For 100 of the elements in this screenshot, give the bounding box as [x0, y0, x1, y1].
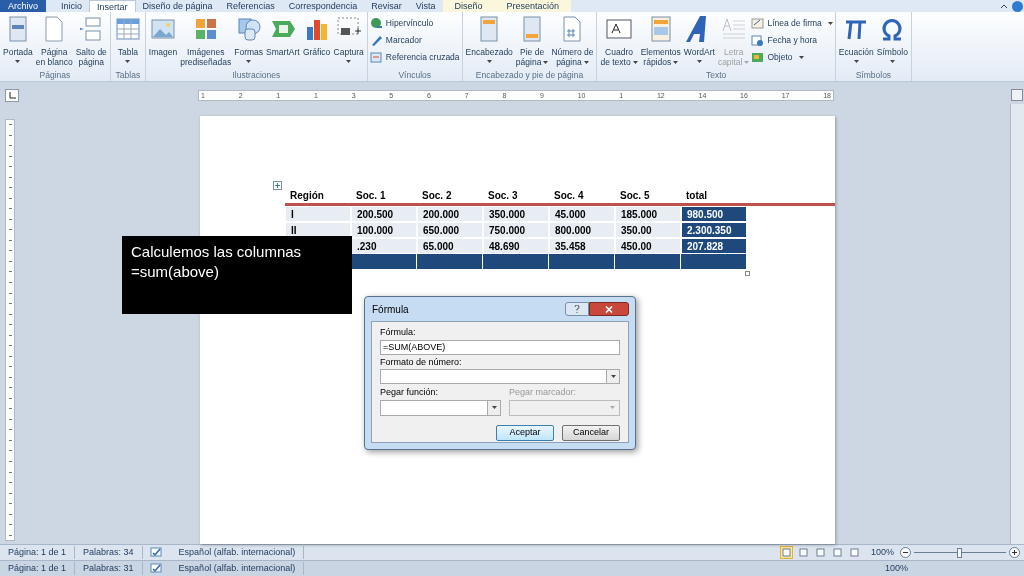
- collapse-ribbon-icon[interactable]: [1000, 3, 1008, 9]
- ribbon-button[interactable]: Ecuación: [837, 15, 875, 70]
- ribbon-button[interactable]: Encabezado: [464, 15, 514, 70]
- paste-function-dropdown[interactable]: [380, 399, 501, 416]
- group-label: Símbolos: [854, 70, 893, 81]
- formula-field[interactable]: =SUM(ABOVE): [380, 339, 620, 355]
- ribbon-tab[interactable]: Archivo: [0, 0, 46, 12]
- ribbon-button[interactable]: Objeto: [751, 50, 833, 64]
- caret-icon: [889, 60, 895, 63]
- close-button[interactable]: [589, 302, 629, 316]
- ribbon-tab[interactable]: Insertar: [89, 0, 136, 12]
- ok-button[interactable]: Aceptar: [496, 424, 554, 441]
- table-cell: 48.690: [483, 238, 549, 254]
- ribbon-button[interactable]: WordArt: [682, 15, 716, 70]
- table-cell: 980.500: [681, 206, 747, 222]
- language-indicator[interactable]: Español (alfab. internacional): [170, 545, 305, 560]
- ribbon-tab[interactable]: Diseño: [442, 0, 495, 12]
- ribbon-tab[interactable]: Presentación: [494, 0, 572, 12]
- ribbon-tab[interactable]: Revisar: [364, 0, 409, 12]
- table-cell: 65.000: [417, 238, 483, 254]
- ribbon-button[interactable]: Número de página: [550, 15, 595, 70]
- ribbon-button[interactable]: Elementos rápidos: [639, 15, 682, 70]
- tab-selector-button[interactable]: [5, 88, 19, 102]
- ribbon-button[interactable]: Imagen: [147, 15, 179, 70]
- caret-icon: [346, 60, 352, 63]
- page-count[interactable]: Página: 1 de 1: [0, 545, 76, 560]
- column-header: Soc. 1: [355, 189, 387, 203]
- column-header: Soc. 2: [421, 189, 453, 203]
- zoom-out-icon[interactable]: [900, 547, 911, 558]
- view-ruler-icon[interactable]: [1011, 89, 1023, 101]
- ribbon-button[interactable]: SmartArt: [265, 15, 301, 70]
- view-button[interactable]: [830, 546, 844, 559]
- caret-icon: [491, 406, 497, 409]
- zoom-slider[interactable]: [914, 547, 1006, 558]
- word-count[interactable]: Palabras: 34: [75, 545, 143, 560]
- column-header: Soc. 5: [619, 189, 651, 203]
- group-label: Encabezado y pie de página: [474, 70, 585, 81]
- resize-handle-icon[interactable]: [745, 271, 750, 276]
- proofing-icon[interactable]: [148, 563, 165, 574]
- view-button[interactable]: [796, 546, 810, 559]
- view-button[interactable]: [847, 546, 861, 559]
- ribbon-button[interactable]: Portada: [2, 15, 34, 70]
- view-button[interactable]: [779, 546, 793, 559]
- ribbon-button[interactable]: Gráfico: [301, 15, 332, 70]
- table-cell: 200.000: [417, 206, 483, 222]
- ribbon-button[interactable]: Símbolo: [875, 15, 909, 70]
- table-icon: [113, 15, 142, 43]
- caret-icon: [632, 60, 638, 64]
- language-indicator[interactable]: Español (alfab. internacional): [170, 561, 305, 576]
- caret-icon: [610, 406, 615, 409]
- caret-icon: [583, 60, 589, 64]
- ribbon-button[interactable]: Pie de página: [514, 15, 550, 70]
- view-button[interactable]: [813, 546, 827, 559]
- ribbon-button[interactable]: Hipervínculo: [369, 16, 460, 30]
- table-cell: 800.000: [549, 222, 615, 238]
- ribbon-button[interactable]: Salto de página: [74, 15, 108, 70]
- ribbon-button[interactable]: Marcador: [369, 33, 460, 47]
- word-count[interactable]: Palabras: 31: [75, 561, 143, 576]
- ribbon-button[interactable]: Formas: [233, 15, 265, 70]
- cancel-button[interactable]: Cancelar: [562, 424, 620, 441]
- table-cell: 650.000: [417, 222, 483, 238]
- table-cell: 207.828: [681, 238, 747, 254]
- proofing-icon[interactable]: [148, 547, 165, 558]
- ribbon-button[interactable]: Tabla: [112, 15, 143, 70]
- help-icon[interactable]: [1012, 1, 1023, 12]
- caret-icon: [15, 60, 21, 63]
- dialog-title: Fórmula: [372, 302, 409, 317]
- zoom-level[interactable]: 100%: [870, 545, 894, 560]
- table-cell: I: [285, 206, 351, 222]
- page-count[interactable]: Página: 1 de 1: [0, 561, 76, 576]
- question-mark-icon: [574, 305, 580, 313]
- number-format-dropdown[interactable]: [380, 369, 620, 384]
- caret-icon: [610, 375, 616, 378]
- ribbon-button[interactable]: Cuadro de texto: [599, 15, 639, 70]
- zoom-in-icon[interactable]: [1009, 547, 1020, 558]
- vertical-scrollbar[interactable]: [1010, 104, 1024, 544]
- ribbon-button[interactable]: Fecha y hora: [751, 33, 833, 47]
- column-header: Soc. 3: [487, 189, 519, 203]
- zoom-slider-thumb[interactable]: [957, 547, 962, 558]
- zoom-level[interactable]: 100%: [884, 561, 908, 576]
- ribbon-tab[interactable]: Vista: [408, 0, 443, 12]
- ribbon-tab[interactable]: Diseño de página: [135, 0, 220, 12]
- object-icon: [751, 50, 765, 64]
- ribbon-tab[interactable]: Correspondencia: [281, 0, 365, 12]
- ribbon-button[interactable]: Referencia cruzada: [369, 50, 460, 64]
- ribbon-tab[interactable]: Referencias: [219, 0, 282, 12]
- close-icon: [605, 305, 613, 313]
- ribbon-button[interactable]: Página en blanco: [34, 15, 74, 70]
- ribbon-tab[interactable]: Inicio: [54, 0, 90, 12]
- caret-icon: [853, 60, 859, 63]
- table-move-handle-icon[interactable]: [273, 181, 282, 190]
- ribbon-button[interactable]: Imágenes prediseñadas: [179, 15, 233, 70]
- help-button[interactable]: [565, 302, 589, 316]
- ribbon-button[interactable]: Línea de firma: [751, 16, 833, 30]
- column-header: Región: [289, 189, 325, 203]
- ribbon-button[interactable]: Captura: [332, 15, 365, 70]
- left-tab-icon: [8, 91, 16, 99]
- cross-reference-icon: [369, 50, 383, 64]
- caret-icon: [543, 60, 549, 64]
- group-label: Páginas: [38, 70, 72, 81]
